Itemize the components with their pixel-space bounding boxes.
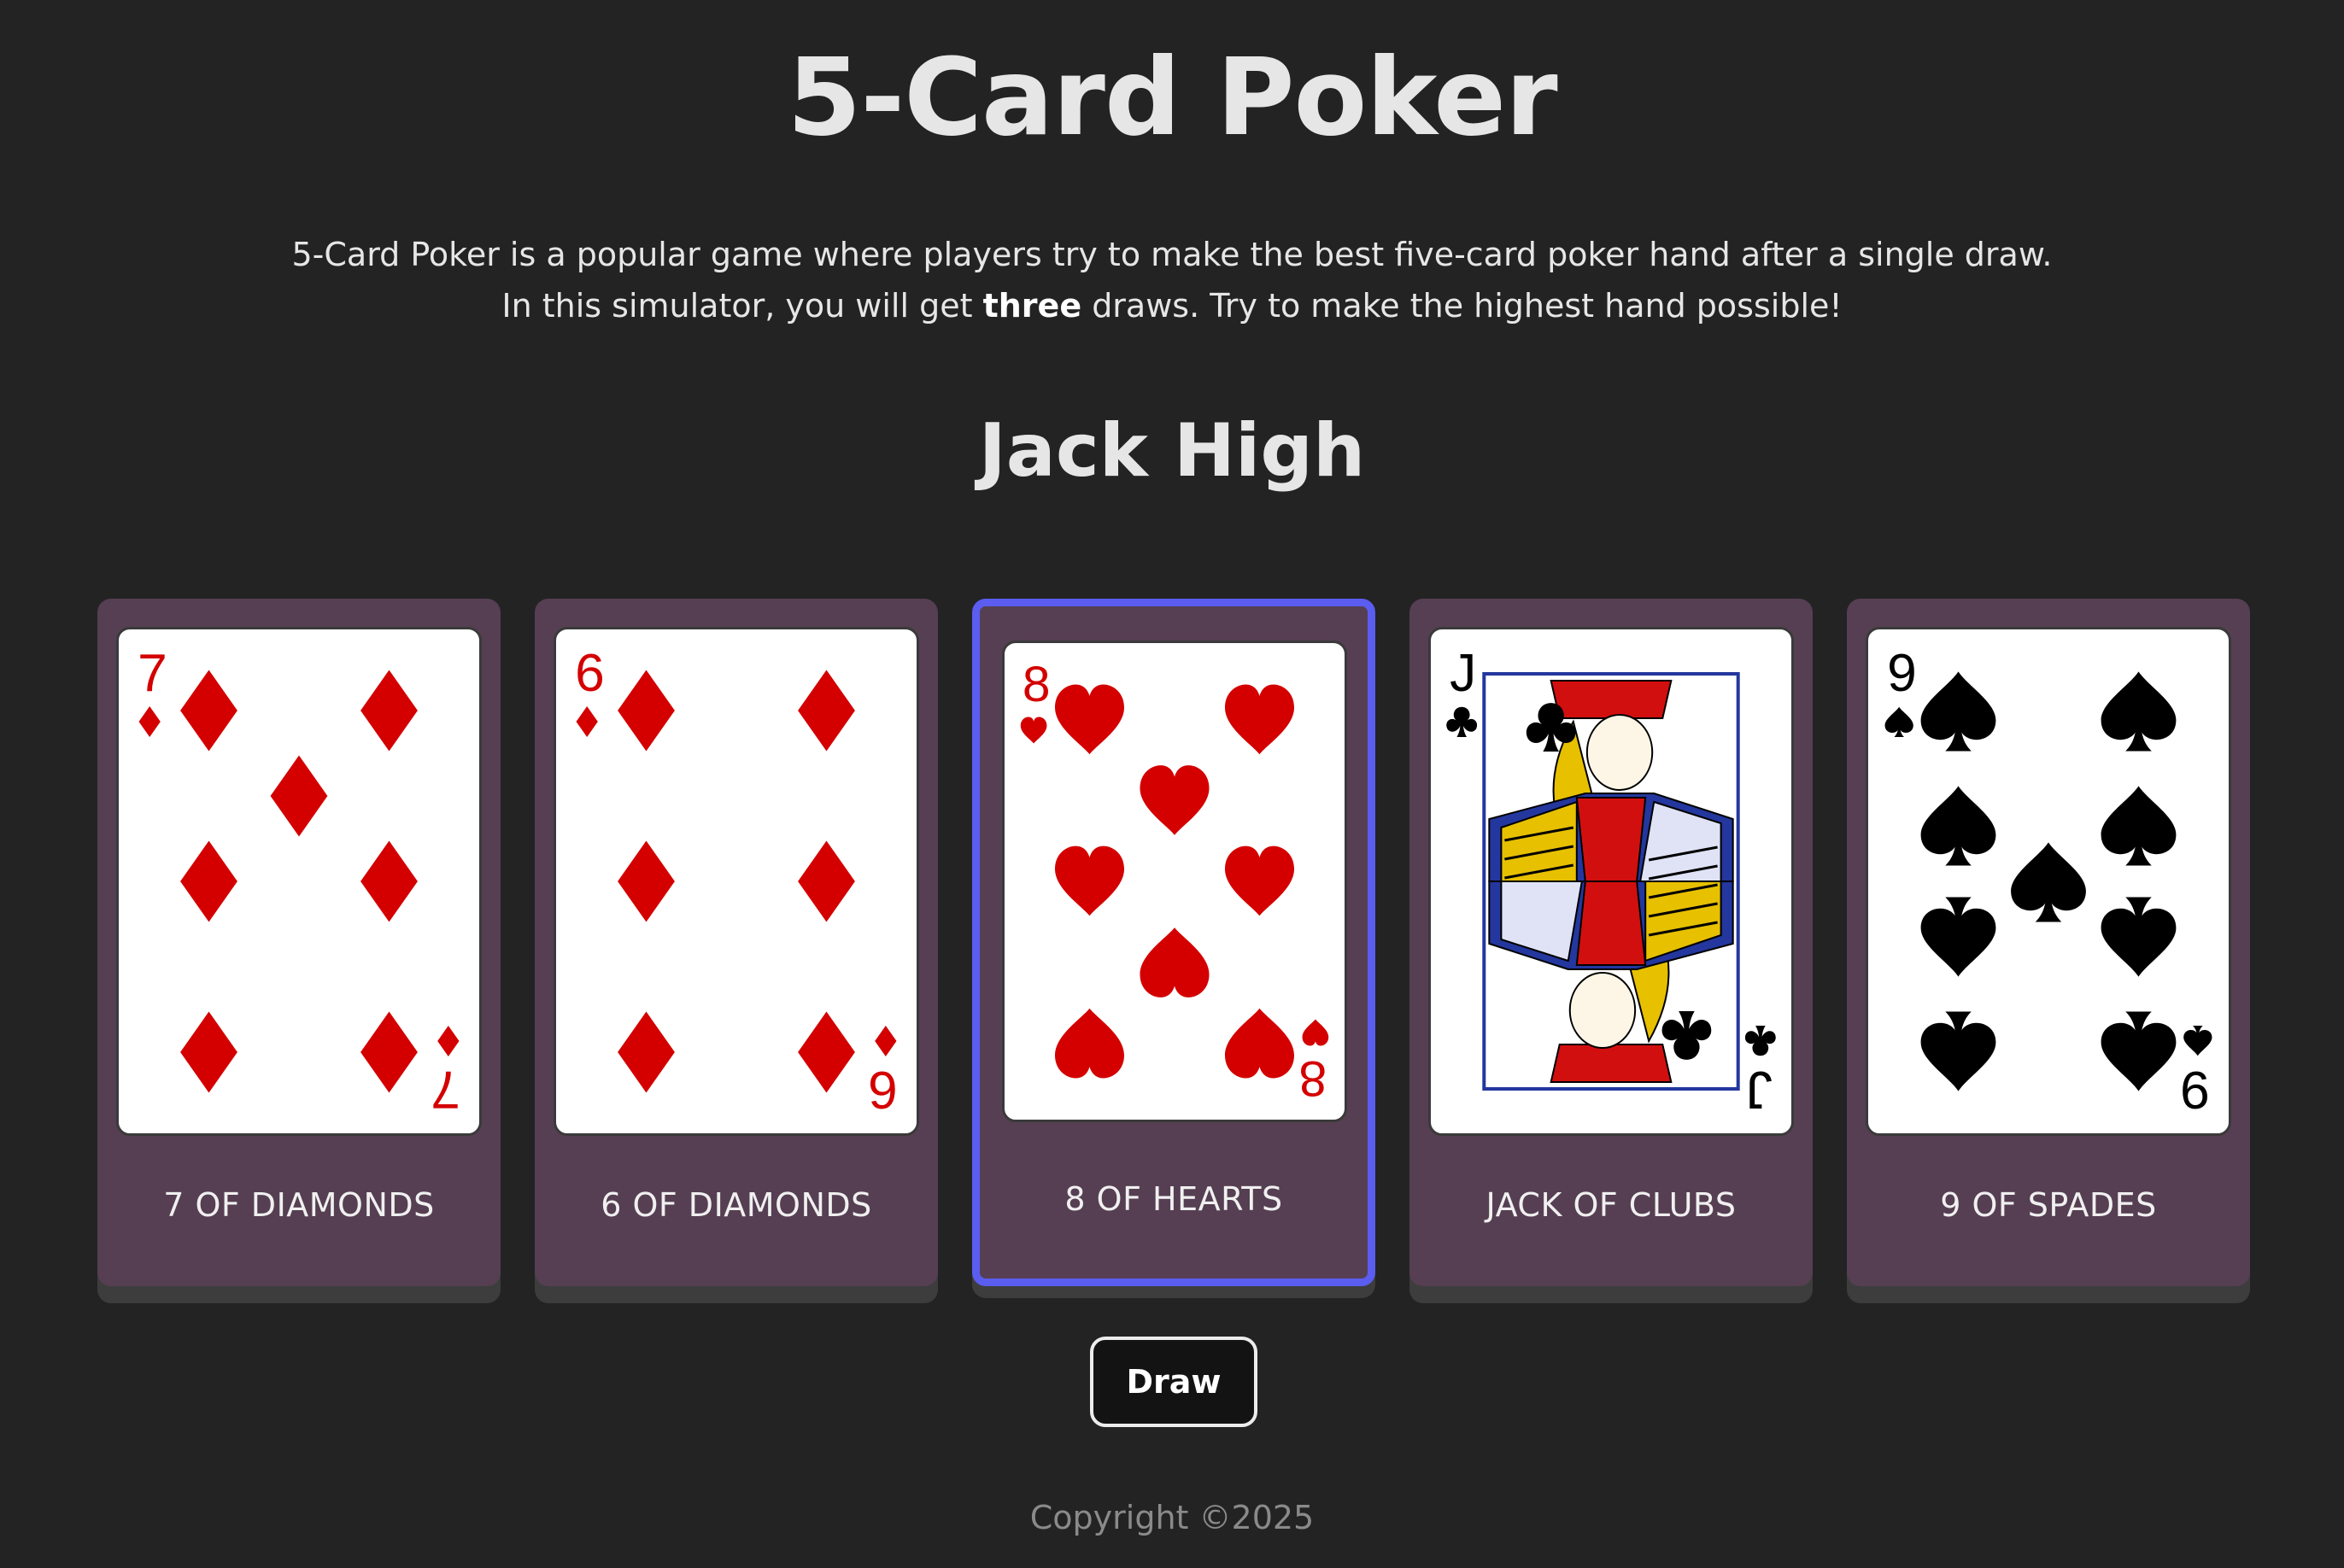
heart-pip-icon xyxy=(1224,845,1295,916)
card-rank-text: J xyxy=(1450,644,1476,703)
heart-pip-icon xyxy=(1054,684,1125,755)
card-rank-text: 8 xyxy=(1298,1050,1327,1106)
spade-pip-icon xyxy=(1920,1011,1996,1091)
page-title: 5-Card Poker xyxy=(787,36,1557,160)
corner-suit-icon xyxy=(437,1026,460,1056)
intro-line-1: 5-Card Poker is a popular game where pla… xyxy=(291,236,2053,273)
diamond-pip-icon xyxy=(618,840,675,922)
card-rank-text: J xyxy=(1746,1060,1773,1119)
spade-pip-icon xyxy=(2011,842,2086,922)
corner-suit-icon xyxy=(1020,717,1047,744)
heart-pip-icon xyxy=(1140,765,1210,835)
card-art: 99 xyxy=(1884,644,2212,1119)
intro-text: 5-Card Poker is a popular game where pla… xyxy=(0,229,2344,331)
heart-pip-icon xyxy=(1054,1008,1125,1079)
card-corner-index: 7 xyxy=(138,644,167,737)
card-label: 9 OF SPADES xyxy=(1940,1186,2157,1224)
spade-pip-icon xyxy=(2101,1011,2177,1091)
hand-rank-heading: Jack High xyxy=(978,408,1366,494)
card-corner-index: 9 xyxy=(1884,644,1917,737)
heart-pip-icon xyxy=(1140,927,1210,998)
card-rank-text: 9 xyxy=(2180,1060,2210,1119)
card-label: 7 OF DIAMONDS xyxy=(163,1186,435,1224)
card-corner-index: J xyxy=(1446,644,1478,737)
card-slot-2[interactable]: 66 6 OF DIAMONDS xyxy=(535,599,938,1286)
card-slot-1[interactable]: 77 7 OF DIAMONDS xyxy=(97,599,501,1286)
card-art: JJ xyxy=(1446,644,1776,1119)
card-corner-index: 6 xyxy=(575,644,605,737)
spade-pip-icon xyxy=(2101,897,2177,977)
draw-count-emphasis: three xyxy=(982,287,1082,325)
card-label: 6 OF DIAMONDS xyxy=(601,1186,872,1224)
spade-pip-icon xyxy=(2101,786,2177,866)
intro-line-2: In this simulator, you will get three dr… xyxy=(0,280,2344,331)
card-rank-text: 6 xyxy=(575,644,605,703)
card-label: 8 OF HEARTS xyxy=(1064,1180,1283,1218)
card-corner-index: 9 xyxy=(2180,1026,2212,1119)
corner-suit-icon xyxy=(1884,706,1913,737)
card-rank-text: 8 xyxy=(1023,657,1051,712)
card-corner-index: 7 xyxy=(431,1026,460,1119)
corner-suit-icon xyxy=(1302,1019,1329,1046)
heart-pip-icon xyxy=(1224,1008,1295,1079)
spade-pip-icon xyxy=(2101,671,2177,752)
playing-card-7-diamonds[interactable]: 77 xyxy=(116,627,482,1136)
diamond-pip-icon xyxy=(618,1011,675,1093)
intro-line-2-start: In this simulator, you will get xyxy=(501,287,983,325)
card-rank-text: 7 xyxy=(431,1060,460,1119)
spade-pip-icon xyxy=(1920,671,1996,752)
corner-suit-icon xyxy=(138,706,161,737)
corner-suit-icon xyxy=(1446,706,1478,737)
diamond-pip-icon xyxy=(798,840,855,922)
card-art: 77 xyxy=(138,644,460,1119)
diamond-pip-icon xyxy=(798,1011,855,1093)
diamond-pip-icon xyxy=(618,670,675,752)
card-label: JACK OF CLUBS xyxy=(1486,1186,1737,1224)
card-rank-text: 7 xyxy=(138,644,167,703)
card-art: 88 xyxy=(1020,657,1329,1106)
playing-card-8-hearts[interactable]: 88 xyxy=(1002,641,1347,1122)
diamond-pip-icon xyxy=(180,670,237,752)
spade-pip-icon xyxy=(1920,897,1996,977)
intro-line-2-end: draws. Try to make the highest hand poss… xyxy=(1081,287,1843,325)
heart-pip-icon xyxy=(1224,684,1295,755)
card-rank-text: 6 xyxy=(868,1060,898,1119)
card-art: 66 xyxy=(575,644,898,1119)
corner-suit-icon xyxy=(875,1026,897,1056)
diamond-pip-icon xyxy=(180,1011,237,1093)
diamond-pip-icon xyxy=(360,1011,418,1093)
poker-page: 5-Card Poker 5-Card Poker is a popular g… xyxy=(0,0,2344,1568)
card-slot-3-selected[interactable]: 88 8 OF HEARTS xyxy=(972,599,1375,1286)
corner-suit-icon xyxy=(2183,1026,2212,1056)
diamond-pip-icon xyxy=(180,840,237,922)
card-corner-index: 8 xyxy=(1020,657,1051,744)
corner-suit-icon xyxy=(576,706,598,737)
card-corner-index: 6 xyxy=(868,1026,898,1119)
diamond-pip-icon xyxy=(270,755,328,837)
card-slot-5[interactable]: 99 9 OF SPADES xyxy=(1847,599,2250,1286)
diamond-pip-icon xyxy=(360,840,418,922)
diamond-pip-icon xyxy=(360,670,418,752)
spade-pip-icon xyxy=(1920,786,1996,866)
draw-button[interactable]: Draw xyxy=(1090,1337,1257,1427)
card-corner-index: 8 xyxy=(1298,1019,1329,1106)
card-corner-index: J xyxy=(1744,1026,1776,1119)
playing-card-6-diamonds[interactable]: 66 xyxy=(554,627,919,1136)
diamond-pip-icon xyxy=(798,670,855,752)
playing-card-9-spades[interactable]: 99 xyxy=(1866,627,2231,1136)
playing-card-jack-clubs[interactable]: JJ xyxy=(1428,627,1794,1136)
copyright-footer: Copyright ©2025 xyxy=(1029,1499,1315,1536)
card-rank-text: 9 xyxy=(1887,644,1917,703)
heart-pip-icon xyxy=(1054,845,1125,916)
corner-suit-icon xyxy=(1744,1026,1776,1056)
card-slot-4[interactable]: JJ JACK OF CLUBS xyxy=(1409,599,1813,1286)
